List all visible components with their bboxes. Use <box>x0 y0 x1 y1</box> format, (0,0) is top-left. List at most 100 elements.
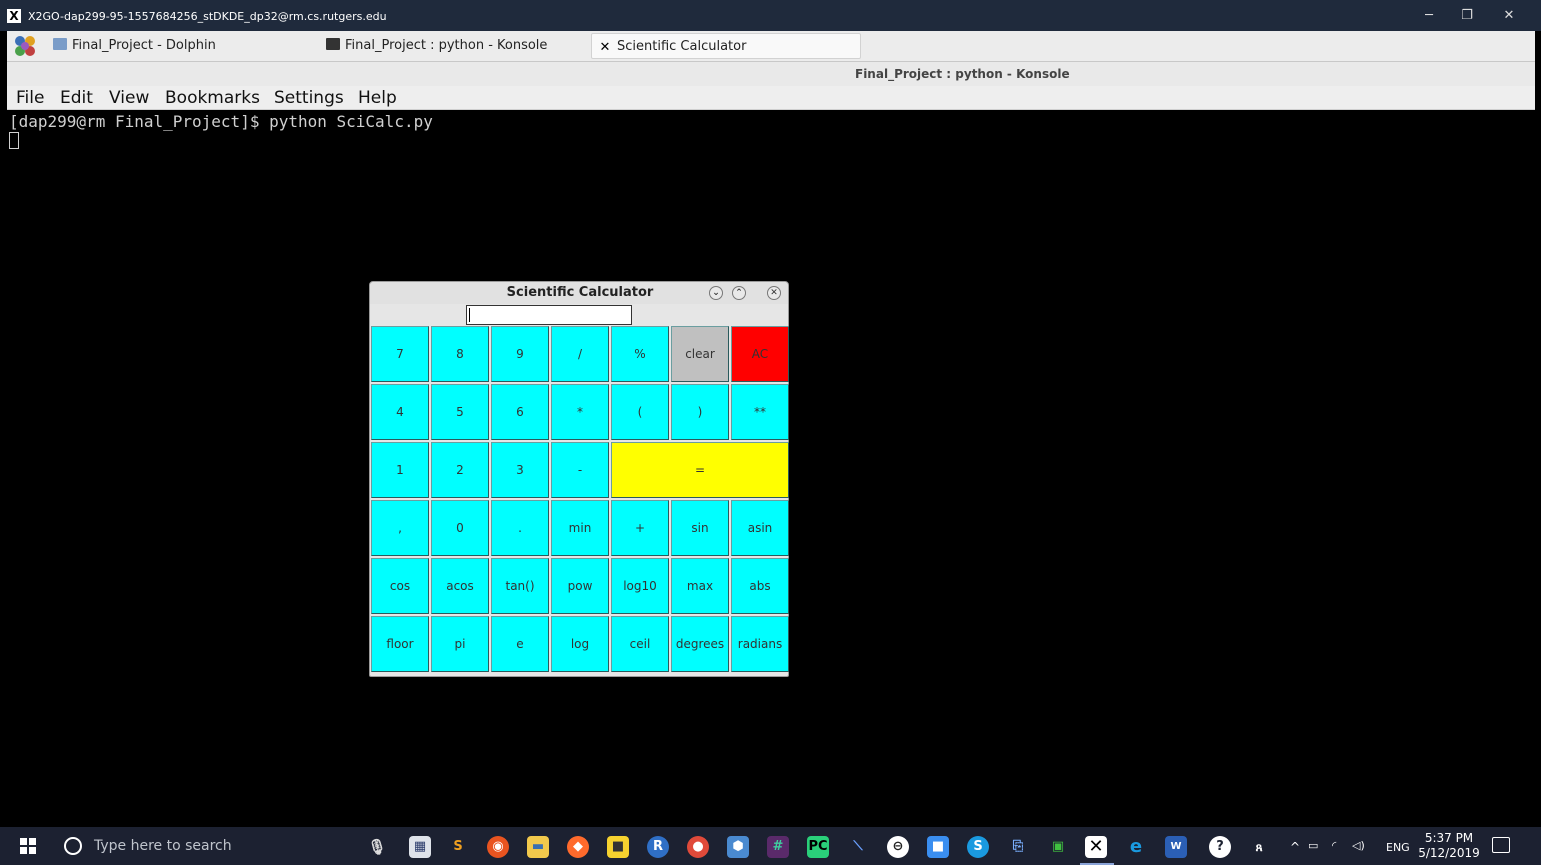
key-1-0[interactable]: 4 <box>371 384 429 440</box>
chevron-up-icon[interactable]: ^ <box>1290 840 1300 854</box>
chrome-icon[interactable]: ● <box>687 836 709 858</box>
volume-icon[interactable]: ◁) <box>1352 839 1365 852</box>
key-label: tan() <box>505 579 535 593</box>
battery-icon[interactable]: ▭ <box>1308 839 1318 852</box>
key-4-2[interactable]: tan() <box>491 558 549 614</box>
file-explorer-icon[interactable]: ▬ <box>527 836 549 858</box>
key-2-0[interactable]: 1 <box>371 442 429 498</box>
key-0-3[interactable]: / <box>551 326 609 382</box>
key-0-1[interactable]: 8 <box>431 326 489 382</box>
eclipse-icon[interactable]: ⊖ <box>887 836 909 858</box>
putty-icon[interactable]: ▣ <box>1047 836 1069 858</box>
x2go-title-bar: X X2GO-dap299-95-1557684256_stDKDE_dp32@… <box>0 0 1541 31</box>
menu-help[interactable]: Help <box>358 86 397 110</box>
x2go-x-icon: X <box>7 9 21 23</box>
notification-icon[interactable] <box>1492 837 1510 853</box>
menu-file[interactable]: File <box>16 86 44 110</box>
key-3-5[interactable]: sin <box>671 500 729 556</box>
task-view-icon[interactable]: ▦ <box>409 836 431 858</box>
key-1-3[interactable]: * <box>551 384 609 440</box>
calc-minimize-button[interactable]: ⌄ <box>709 286 723 300</box>
wifi-icon[interactable]: ◜ <box>1332 839 1336 852</box>
key-1-1[interactable]: 5 <box>431 384 489 440</box>
menu-edit[interactable]: Edit <box>60 86 93 110</box>
key-5-6[interactable]: radians <box>731 616 789 672</box>
key-1-6[interactable]: ** <box>731 384 789 440</box>
word-icon[interactable]: W <box>1165 836 1187 858</box>
key-0-4[interactable]: % <box>611 326 669 382</box>
sticky-notes-icon[interactable]: ■ <box>607 836 629 858</box>
key-3-2[interactable]: . <box>491 500 549 556</box>
key-4-3[interactable]: pow <box>551 558 609 614</box>
maximize-button[interactable]: ❐ <box>1447 6 1487 26</box>
key-5-0[interactable]: floor <box>371 616 429 672</box>
key-4-1[interactable]: acos <box>431 558 489 614</box>
remote-desktop-icon[interactable]: ⎘ <box>1007 836 1029 858</box>
kde-menu-icon[interactable] <box>13 34 37 58</box>
key-label: 2 <box>456 463 464 477</box>
menu-view[interactable]: View <box>109 86 149 110</box>
key-2-2[interactable]: 3 <box>491 442 549 498</box>
key-0-6[interactable]: AC <box>731 326 789 382</box>
key-0-5[interactable]: clear <box>671 326 729 382</box>
menu-bookmarks[interactable]: Bookmarks <box>165 86 260 110</box>
key-label: ** <box>754 405 766 419</box>
key-5-1[interactable]: pi <box>431 616 489 672</box>
terminal-cursor <box>9 132 19 149</box>
key-2-4[interactable]: = <box>611 442 789 498</box>
key-4-4[interactable]: log10 <box>611 558 669 614</box>
r-icon[interactable]: R <box>647 836 669 858</box>
key-3-3[interactable]: min <box>551 500 609 556</box>
calculator-display-input[interactable] <box>467 306 631 324</box>
key-1-2[interactable]: 6 <box>491 384 549 440</box>
key-5-5[interactable]: degrees <box>671 616 729 672</box>
key-5-2[interactable]: e <box>491 616 549 672</box>
people-icon[interactable]: ጸ <box>1248 836 1270 858</box>
task-dolphin[interactable]: Final_Project - Dolphin <box>47 33 307 59</box>
ubuntu-icon[interactable]: ◉ <box>487 836 509 858</box>
key-1-4[interactable]: ( <box>611 384 669 440</box>
key-0-0[interactable]: 7 <box>371 326 429 382</box>
key-4-0[interactable]: cos <box>371 558 429 614</box>
slack-icon[interactable]: # <box>767 836 789 858</box>
python-icon[interactable]: ⬢ <box>727 836 749 858</box>
key-3-0[interactable]: , <box>371 500 429 556</box>
calc-maximize-button[interactable]: ⌃ <box>732 286 746 300</box>
calculator-title-bar[interactable]: Scientific Calculator ⌄ ⌃ ✕ <box>370 282 788 304</box>
key-4-5[interactable]: max <box>671 558 729 614</box>
key-0-2[interactable]: 9 <box>491 326 549 382</box>
window-app-icon[interactable]: ■ <box>927 836 949 858</box>
network-icon[interactable]: ⟍ <box>847 836 869 858</box>
language-indicator[interactable]: ENG <box>1386 841 1410 854</box>
windows-start-icon[interactable] <box>20 838 36 854</box>
calc-close-button[interactable]: ✕ <box>767 286 781 300</box>
windows-search-box[interactable]: Type here to search <box>52 827 352 865</box>
key-3-4[interactable]: + <box>611 500 669 556</box>
konsole-window-title: Final_Project : python - Konsole <box>855 67 1070 81</box>
key-5-3[interactable]: log <box>551 616 609 672</box>
key-2-3[interactable]: - <box>551 442 609 498</box>
key-2-1[interactable]: 2 <box>431 442 489 498</box>
key-3-6[interactable]: asin <box>731 500 789 556</box>
help-icon[interactable]: ? <box>1209 836 1231 858</box>
brave-icon[interactable]: ◆ <box>567 836 589 858</box>
task-konsole[interactable]: Final_Project : python - Konsole <box>320 33 585 59</box>
calculator-title: Scientific Calculator <box>506 285 654 300</box>
minimize-button[interactable]: ─ <box>1409 6 1449 26</box>
menu-settings[interactable]: Settings <box>274 86 344 110</box>
key-4-6[interactable]: abs <box>731 558 789 614</box>
key-1-5[interactable]: ) <box>671 384 729 440</box>
key-label: ( <box>637 405 643 419</box>
key-3-1[interactable]: 0 <box>431 500 489 556</box>
close-button[interactable]: ✕ <box>1489 6 1529 26</box>
key-5-4[interactable]: ceil <box>611 616 669 672</box>
microphone-icon[interactable]: 🎙 <box>366 836 388 858</box>
clock[interactable]: 5:37 PM 5/12/2019 <box>1418 831 1480 861</box>
calculator-display[interactable] <box>466 305 632 325</box>
pycharm-icon[interactable]: PC <box>807 836 829 858</box>
edge-icon[interactable]: e <box>1125 836 1147 858</box>
task-scientific-calculator[interactable]: ✕ Scientific Calculator <box>591 33 861 59</box>
x2go-icon[interactable]: ✕ <box>1085 836 1107 858</box>
skype-icon[interactable]: S <box>967 836 989 858</box>
sublime-icon[interactable]: S <box>447 836 469 858</box>
